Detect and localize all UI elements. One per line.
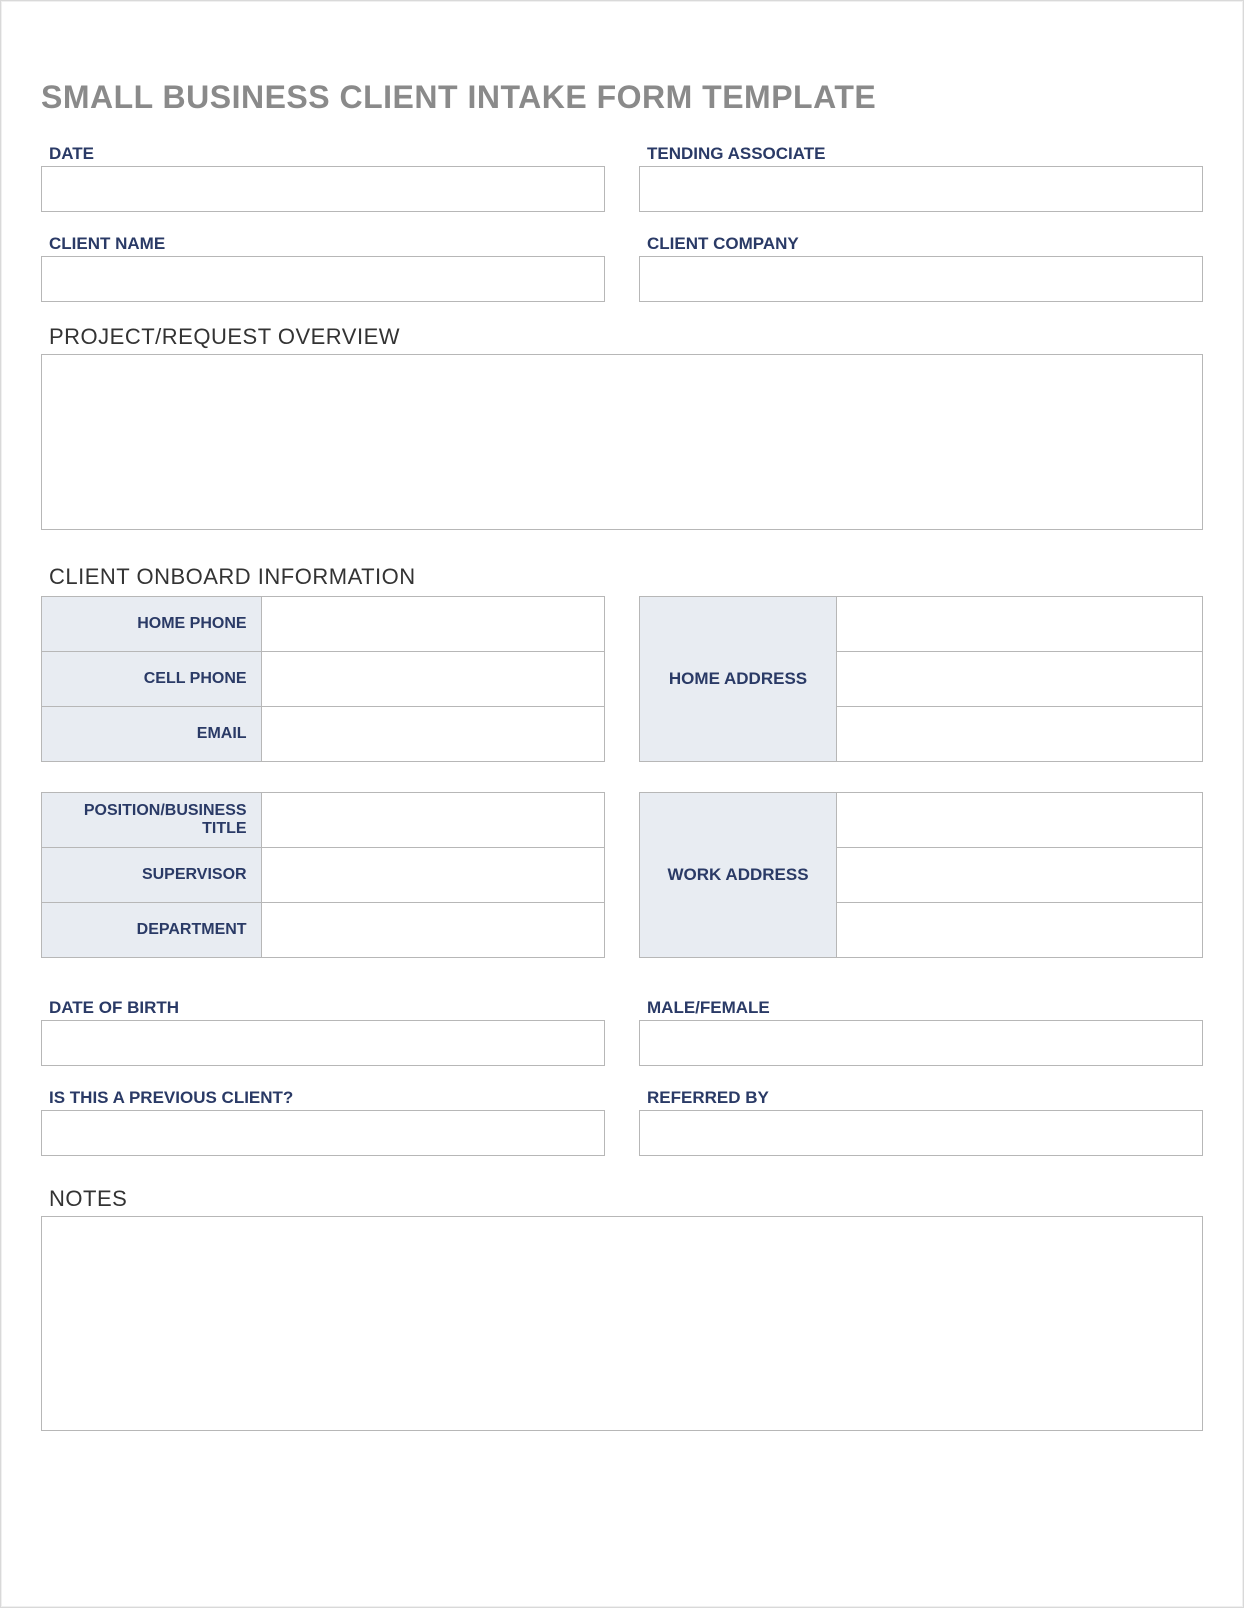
gender-input[interactable] [639, 1020, 1203, 1066]
home-address-grid: HOME ADDRESS [639, 596, 1203, 762]
date-label: DATE [49, 144, 605, 164]
work-address-line1-input[interactable] [837, 793, 1203, 848]
home-address-label: HOME ADDRESS [640, 597, 837, 762]
department-input[interactable] [261, 903, 604, 958]
department-label: DEPARTMENT [42, 903, 262, 958]
position-input[interactable] [261, 793, 604, 848]
onboard-block-contact: HOME PHONE CELL PHONE EMAIL HOME ADDRESS [41, 596, 1203, 762]
field-dob: DATE OF BIRTH [41, 998, 605, 1066]
row-dob-gender: DATE OF BIRTH MALE/FEMALE [41, 998, 1203, 1066]
supervisor-input[interactable] [261, 848, 604, 903]
client-company-input[interactable] [639, 256, 1203, 302]
cell-phone-label: CELL PHONE [42, 652, 262, 707]
date-input[interactable] [41, 166, 605, 212]
contact-left-grid: HOME PHONE CELL PHONE EMAIL [41, 596, 605, 762]
referred-by-input[interactable] [639, 1110, 1203, 1156]
field-client-company: CLIENT COMPANY [639, 234, 1203, 302]
home-phone-input[interactable] [261, 597, 604, 652]
email-input[interactable] [261, 707, 604, 762]
referred-by-label: REFERRED BY [647, 1088, 1203, 1108]
field-gender: MALE/FEMALE [639, 998, 1203, 1066]
field-client-name: CLIENT NAME [41, 234, 605, 302]
client-name-label: CLIENT NAME [49, 234, 605, 254]
tending-associate-label: TENDING ASSOCIATE [647, 144, 1203, 164]
previous-client-input[interactable] [41, 1110, 605, 1156]
work-left-grid: POSITION/BUSINESS TITLE SUPERVISOR DEPAR… [41, 792, 605, 958]
row-client-name-company: CLIENT NAME CLIENT COMPANY [41, 234, 1203, 302]
page-title: SMALL BUSINESS CLIENT INTAKE FORM TEMPLA… [41, 79, 1203, 116]
project-overview-input[interactable] [41, 354, 1203, 530]
row-previous-referred: IS THIS A PREVIOUS CLIENT? REFERRED BY [41, 1088, 1203, 1156]
field-previous-client: IS THIS A PREVIOUS CLIENT? [41, 1088, 605, 1156]
tending-associate-input[interactable] [639, 166, 1203, 212]
gender-label: MALE/FEMALE [647, 998, 1203, 1018]
home-phone-label: HOME PHONE [42, 597, 262, 652]
previous-client-label: IS THIS A PREVIOUS CLIENT? [49, 1088, 605, 1108]
work-address-line3-input[interactable] [837, 903, 1203, 958]
cell-phone-input[interactable] [261, 652, 604, 707]
row-date-associate: DATE TENDING ASSOCIATE [41, 144, 1203, 212]
project-overview-label: PROJECT/REQUEST OVERVIEW [49, 324, 1203, 350]
dob-label: DATE OF BIRTH [49, 998, 605, 1018]
field-date: DATE [41, 144, 605, 212]
email-label: EMAIL [42, 707, 262, 762]
client-onboard-heading: CLIENT ONBOARD INFORMATION [49, 564, 1203, 590]
notes-input[interactable] [41, 1216, 1203, 1431]
client-company-label: CLIENT COMPANY [647, 234, 1203, 254]
work-address-line2-input[interactable] [837, 848, 1203, 903]
home-address-line1-input[interactable] [837, 597, 1203, 652]
field-referred-by: REFERRED BY [639, 1088, 1203, 1156]
home-address-line2-input[interactable] [837, 652, 1203, 707]
position-label: POSITION/BUSINESS TITLE [42, 793, 262, 848]
work-address-grid: WORK ADDRESS [639, 792, 1203, 958]
client-name-input[interactable] [41, 256, 605, 302]
home-address-line3-input[interactable] [837, 707, 1203, 762]
document-page: SMALL BUSINESS CLIENT INTAKE FORM TEMPLA… [0, 0, 1244, 1608]
supervisor-label: SUPERVISOR [42, 848, 262, 903]
notes-label: NOTES [49, 1186, 1203, 1212]
work-address-label: WORK ADDRESS [640, 793, 837, 958]
onboard-block-work: POSITION/BUSINESS TITLE SUPERVISOR DEPAR… [41, 792, 1203, 958]
dob-input[interactable] [41, 1020, 605, 1066]
field-tending-associate: TENDING ASSOCIATE [639, 144, 1203, 212]
